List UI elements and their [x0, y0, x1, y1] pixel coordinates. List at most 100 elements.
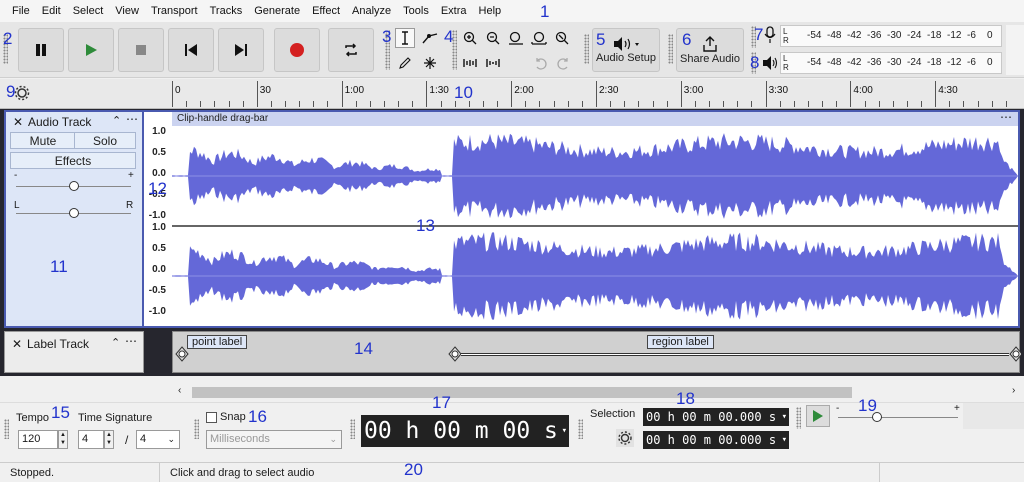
time-display[interactable]: 00 h 00 m 00 s ▾	[361, 415, 569, 447]
menu-transport[interactable]: Transport	[145, 0, 204, 22]
collapse-label-track-chevron-icon[interactable]: ⌃	[111, 336, 120, 349]
waveform-display[interactable]	[172, 126, 1018, 326]
menu-generate[interactable]: Generate	[248, 0, 306, 22]
stop-button[interactable]	[118, 28, 164, 72]
snap-checkbox[interactable]	[206, 412, 217, 423]
ruler-tick-label: 30	[259, 85, 271, 96]
pause-button[interactable]	[18, 28, 64, 72]
time-format-dropdown-icon[interactable]: ▾	[562, 415, 567, 447]
gain-slider-knob[interactable]	[69, 181, 79, 191]
menu-bar: File Edit Select View Transport Tracks G…	[0, 0, 1024, 22]
region-label-end-handle-icon[interactable]	[1009, 346, 1021, 362]
audio-setup-grip[interactable]	[584, 34, 589, 64]
collapse-track-chevron-icon[interactable]: ⌃	[112, 114, 121, 127]
callout-20: 20	[404, 460, 423, 479]
trim-button[interactable]	[460, 53, 480, 73]
time-signature-denominator-select[interactable]: 4 ⌄	[136, 430, 180, 449]
selection-grip[interactable]	[578, 419, 583, 439]
share-grip[interactable]	[668, 34, 673, 64]
fit-project-button[interactable]	[529, 28, 549, 48]
clip-handle-drag-bar[interactable]: Clip-handle drag-bar ⋯	[172, 110, 1018, 126]
playback-speed-slider-track[interactable]	[838, 417, 958, 418]
play-at-speed-grip[interactable]	[796, 407, 801, 429]
scroll-right-arrow-icon[interactable]: ›	[1012, 385, 1015, 396]
trim-audio-icon	[463, 59, 477, 67]
microphone-icon[interactable]	[763, 26, 777, 44]
record-button[interactable]	[274, 28, 320, 72]
menu-edit[interactable]: Edit	[36, 0, 67, 22]
main-toolbar: Audio Setup Share Audio L R -54 -48 -42 -36…	[0, 22, 1024, 78]
ruler-major-tick	[850, 81, 852, 107]
mute-button[interactable]: Mute	[10, 132, 76, 149]
scroll-left-arrow-icon[interactable]: ‹	[178, 385, 181, 396]
point-label[interactable]: point label	[187, 335, 248, 349]
menu-analyze[interactable]: Analyze	[346, 0, 397, 22]
scrollbar-thumb[interactable]	[192, 387, 852, 398]
track-menu-ellipsis-icon[interactable]: ⋯	[126, 112, 138, 126]
selection-tool-button[interactable]	[395, 28, 415, 48]
audio-track-name[interactable]: Audio Track	[28, 115, 91, 129]
skip-to-start-button[interactable]	[168, 28, 214, 72]
clip-menu-ellipsis-icon[interactable]: ⋯	[1000, 110, 1012, 124]
draw-tool-button[interactable]	[395, 53, 415, 73]
selection-start-time[interactable]: 00 h 00 m 00.000 s ▾	[643, 408, 789, 426]
callout-15: 15	[51, 403, 70, 422]
callout-3: 3	[382, 27, 392, 46]
playback-meter[interactable]: L R -54 -48 -42 -36 -30 -24 -18 -12 -6 0	[780, 52, 1002, 74]
skip-to-end-button[interactable]	[218, 28, 264, 72]
envelope-icon	[422, 33, 438, 44]
speaker-icon[interactable]	[762, 55, 778, 71]
meter-tick-label: -54	[807, 57, 822, 68]
snap-label[interactable]: Snap	[220, 411, 246, 423]
menu-file[interactable]: File	[6, 0, 36, 22]
selection-start-dropdown-icon[interactable]: ▾	[782, 408, 787, 426]
fit-selection-button[interactable]	[506, 28, 526, 48]
menu-tracks[interactable]: Tracks	[204, 0, 249, 22]
zoom-toggle-button[interactable]	[552, 28, 572, 48]
timeline-options-gear-icon[interactable]	[14, 85, 30, 101]
undo-button[interactable]	[530, 53, 550, 73]
menu-view[interactable]: View	[109, 0, 145, 22]
solo-button[interactable]: Solo	[74, 132, 136, 149]
envelope-tool-button[interactable]	[420, 28, 440, 48]
menu-extra[interactable]: Extra	[435, 0, 473, 22]
tempo-input[interactable]: 120	[18, 430, 58, 449]
pan-slider-knob[interactable]	[69, 208, 79, 218]
numerator-stepper[interactable]: ▲ ▼	[104, 430, 114, 449]
region-label-span[interactable]	[461, 353, 1009, 356]
time-signature-grip[interactable]	[4, 419, 9, 439]
label-track-control-panel[interactable]: ✕ Label Track ⌃ ⋯	[4, 331, 144, 373]
timeline-ruler[interactable]: 0 30 1:00 1:30 2:00 2:30 3:00 3:30 4:00 4:30	[0, 79, 1024, 109]
redo-button[interactable]	[554, 53, 574, 73]
selection-end-time[interactable]: 00 h 00 m 00.000 s ▾	[643, 431, 789, 449]
loop-button[interactable]	[328, 28, 374, 72]
menu-effect[interactable]: Effect	[306, 0, 346, 22]
zoom-in-button[interactable]	[460, 28, 480, 48]
label-track-menu-ellipsis-icon[interactable]: ⋯	[125, 334, 137, 348]
label-track-name[interactable]: Label Track	[27, 337, 89, 351]
selection-end-dropdown-icon[interactable]: ▾	[782, 431, 787, 449]
region-label-start-handle-icon[interactable]	[448, 346, 462, 362]
close-track-icon[interactable]: ✕	[13, 115, 23, 129]
close-label-track-icon[interactable]: ✕	[12, 337, 22, 351]
silence-button[interactable]	[483, 53, 503, 73]
time-grip[interactable]	[350, 419, 355, 439]
audio-track-control-panel[interactable]: ✕ Audio Track ⌃ ⋯ Mute Solo Effects - + …	[4, 110, 144, 328]
time-display-value: 00 h 00 m 00 s	[364, 418, 558, 444]
menu-select[interactable]: Select	[67, 0, 110, 22]
play-at-speed-button[interactable]	[806, 405, 830, 427]
snap-unit-select[interactable]: Milliseconds ⌄	[206, 430, 342, 449]
time-signature-numerator[interactable]: 4	[78, 430, 104, 449]
menu-tools[interactable]: Tools	[397, 0, 435, 22]
effects-button[interactable]: Effects	[10, 152, 136, 169]
record-meter[interactable]: L R -54 -48 -42 -36 -30 -24 -18 -12 -6 0	[780, 25, 1002, 47]
region-label[interactable]: region label	[647, 335, 714, 349]
multi-tool-button[interactable]	[420, 53, 440, 73]
label-track-area[interactable]: point label region label	[172, 331, 1021, 373]
menu-help[interactable]: Help	[473, 0, 508, 22]
tempo-stepper[interactable]: ▲ ▼	[58, 430, 68, 449]
play-button[interactable]	[68, 28, 114, 72]
zoom-out-button[interactable]	[483, 28, 503, 48]
snap-grip[interactable]	[194, 419, 199, 439]
selection-options-gear-icon[interactable]	[616, 429, 634, 447]
